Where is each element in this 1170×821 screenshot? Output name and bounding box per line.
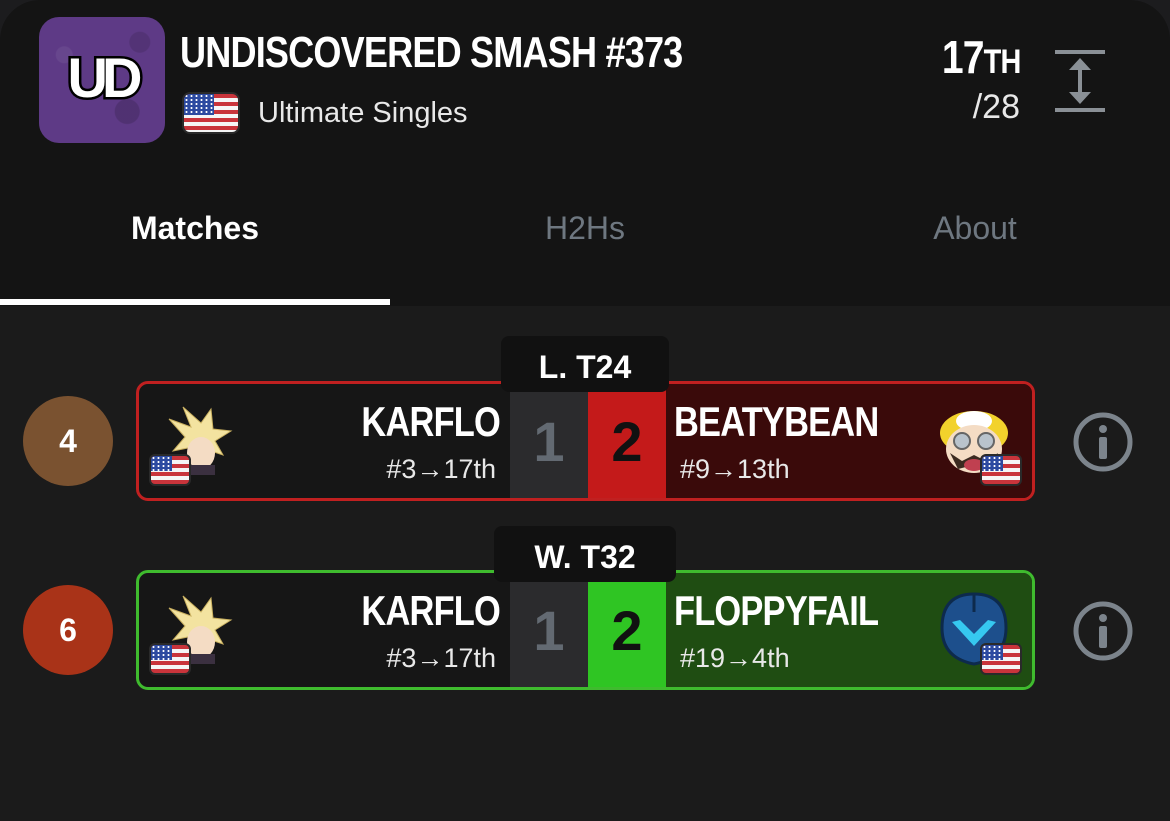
player-right-score: 2 — [588, 384, 666, 498]
placement-rank: 17TH — [941, 31, 1020, 83]
tab-about[interactable]: About — [780, 210, 1170, 247]
player-left: KARFLO #3→17th — [139, 573, 510, 687]
round-label: L. T24 — [501, 336, 669, 392]
player-progress: #3→17th — [386, 643, 496, 673]
us-flag-icon — [182, 92, 240, 134]
placement: 17TH /28 — [928, 30, 1020, 127]
player-right: BEATYBEAN #9→13th — [666, 384, 1032, 498]
ud-logo-icon: UD — [65, 45, 149, 112]
event-subtitle: Ultimate Singles — [258, 96, 468, 129]
us-flag-icon — [980, 454, 1022, 486]
tab-matches[interactable]: Matches — [0, 210, 390, 247]
placement-total: /28 — [972, 88, 1020, 126]
player-progress: #3→17th — [386, 454, 496, 484]
event-header: UD UNDISCOVERED SMASH #373 Ultimate Sing… — [0, 0, 1170, 170]
us-flag-icon — [149, 454, 191, 486]
player-name: FLOPPYFAIL — [674, 587, 879, 634]
match-card[interactable]: KARFLO #3→17th 1 2 BEATYBEAN #9→13th — [136, 381, 1035, 501]
event-subtitle-row: Ultimate Singles — [182, 92, 468, 134]
player-right-score: 2 — [588, 573, 666, 687]
player-left-score: 1 — [510, 573, 588, 687]
us-flag-icon — [149, 643, 191, 675]
svg-text:UD: UD — [68, 46, 141, 109]
seed-badge: 6 — [23, 585, 113, 675]
round-label: W. T32 — [494, 526, 676, 582]
player-left-score: 1 — [510, 384, 588, 498]
player-progress: #19→4th — [680, 643, 790, 673]
player-right: FLOPPYFAIL #19→4th — [666, 573, 1032, 687]
seed-badge: 4 — [23, 396, 113, 486]
player-name: KARFLO — [361, 398, 500, 445]
player-left: KARFLO #3→17th — [139, 384, 510, 498]
tab-bar: Matches H2Hs About — [0, 170, 1170, 306]
us-flag-icon — [980, 643, 1022, 675]
player-name: BEATYBEAN — [674, 398, 879, 445]
info-icon[interactable] — [1072, 411, 1134, 473]
player-name: KARFLO — [361, 587, 500, 634]
info-icon[interactable] — [1072, 600, 1134, 662]
event-logo: UD — [39, 17, 165, 143]
app-frame: UD UNDISCOVERED SMASH #373 Ultimate Sing… — [0, 0, 1170, 821]
match-card[interactable]: KARFLO #3→17th 1 2 FLOPPYFAIL #19→4th — [136, 570, 1035, 690]
tab-h2hs[interactable]: H2Hs — [390, 210, 780, 247]
event-title: UNDISCOVERED SMASH #373 — [180, 28, 683, 77]
active-tab-indicator — [0, 299, 390, 305]
expand-collapse-icon[interactable] — [1055, 50, 1105, 112]
player-progress: #9→13th — [680, 454, 790, 484]
